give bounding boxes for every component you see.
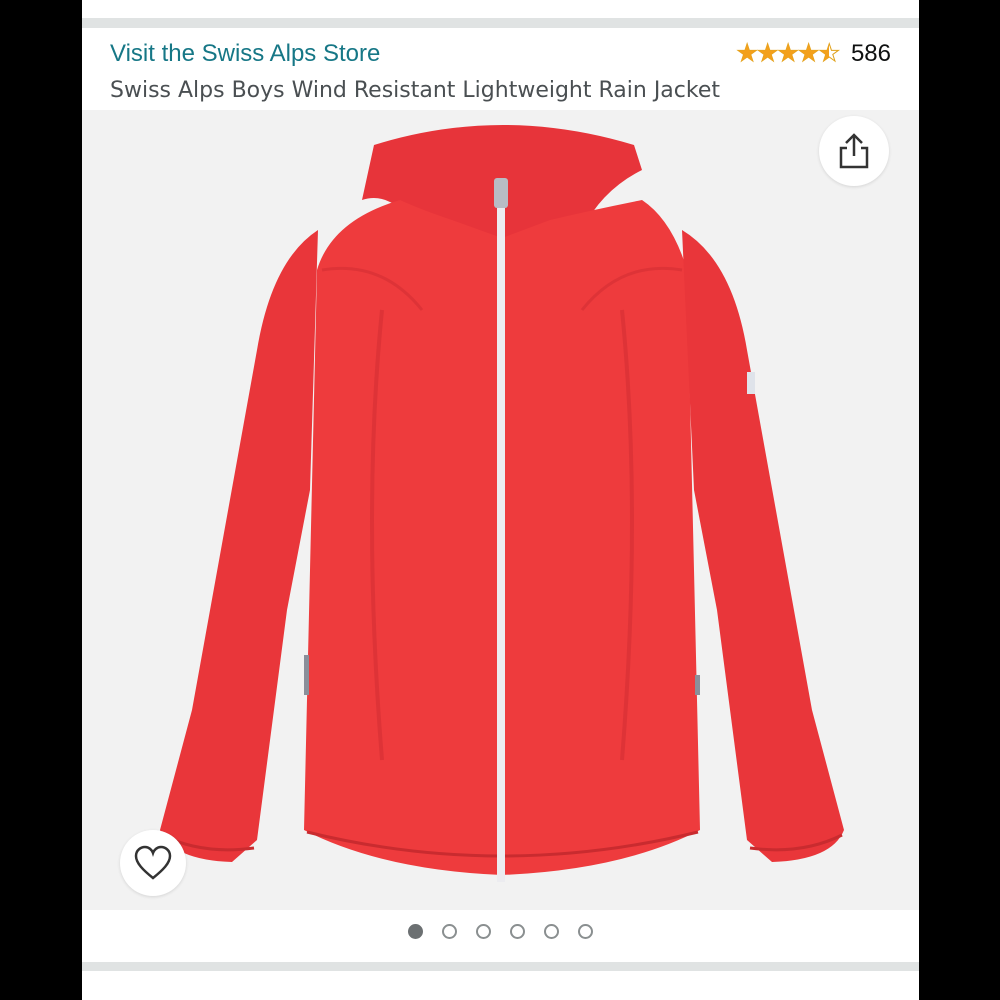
zipper [497, 180, 505, 882]
favorite-button[interactable] [120, 830, 186, 896]
carousel-dot[interactable] [476, 924, 491, 939]
share-button[interactable] [819, 116, 889, 186]
carousel-dot[interactable] [442, 924, 457, 939]
left-sleeve [160, 230, 318, 862]
carousel-dot[interactable] [578, 924, 593, 939]
carousel-dot[interactable] [510, 924, 525, 939]
star-filled-icons: ★★★★★ [736, 40, 828, 67]
store-link[interactable]: Visit the Swiss Alps Store [110, 40, 380, 68]
product-image[interactable] [82, 110, 919, 910]
carousel-dot[interactable] [544, 924, 559, 939]
bottom-divider [82, 962, 919, 971]
rating-summary[interactable]: ★★★★★ ★★★★★ 586 [736, 40, 891, 68]
product-page: Visit the Swiss Alps Store ★★★★★ ★★★★★ 5… [82, 0, 919, 1000]
share-icon [839, 133, 869, 169]
right-sleeve [682, 230, 844, 862]
top-divider [82, 18, 919, 28]
zipper-pull [494, 178, 508, 208]
carousel-indicators [82, 924, 919, 939]
rating-count[interactable]: 586 [851, 40, 891, 68]
carousel-dot[interactable] [408, 924, 423, 939]
product-title: Swiss Alps Boys Wind Resistant Lightweig… [110, 78, 721, 103]
product-image-carousel[interactable] [82, 110, 919, 910]
star-rating: ★★★★★ ★★★★★ [736, 40, 841, 68]
heart-outline-icon [134, 845, 172, 880]
